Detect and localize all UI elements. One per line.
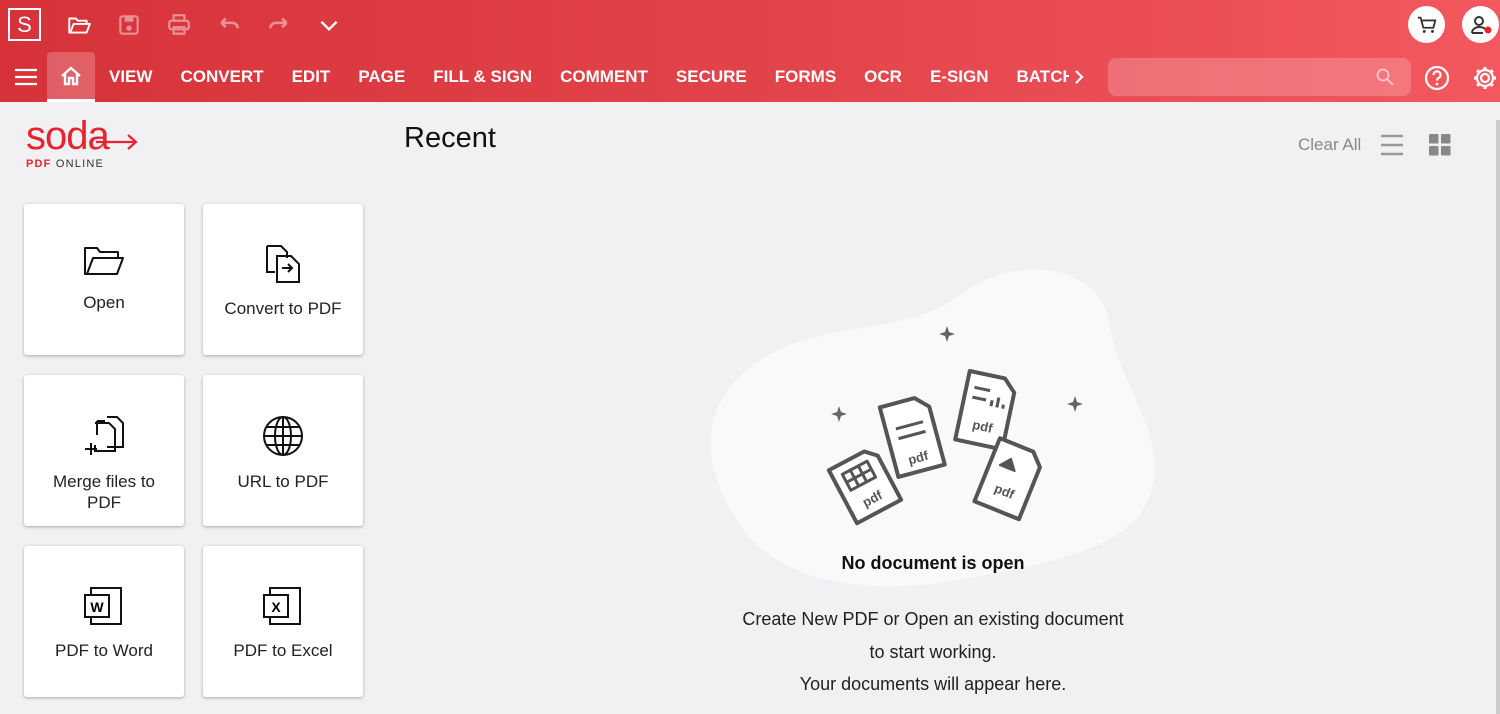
tab-comment[interactable]: COMMENT [546, 52, 662, 102]
home-icon [61, 65, 81, 85]
list-view-icon[interactable] [1380, 133, 1404, 157]
svg-text:X: X [271, 599, 281, 615]
account-button[interactable] [1462, 6, 1499, 43]
merge-icon [85, 416, 124, 455]
undo-icon[interactable] [216, 12, 242, 38]
tab-secure[interactable]: SECURE [662, 52, 761, 102]
excel-icon: X [263, 587, 301, 625]
globe-icon [263, 416, 303, 456]
folder-open-icon[interactable] [66, 12, 92, 38]
tab-batch[interactable]: BATCH [1003, 52, 1069, 102]
hamburger-menu-icon[interactable] [14, 66, 38, 88]
tab-home[interactable] [47, 52, 95, 102]
user-icon [1470, 15, 1491, 34]
open-card[interactable]: Open [24, 204, 184, 355]
grid-view-icon[interactable] [1429, 134, 1451, 156]
tab-view[interactable]: VIEW [95, 52, 166, 102]
cart-button[interactable] [1408, 6, 1445, 43]
tab-forms[interactable]: FORMS [761, 52, 850, 102]
ribbon-tabs: VIEW CONVERT EDIT PAGE FILL & SIGN COMME… [95, 52, 1069, 102]
tab-fill-sign[interactable]: FILL & SIGN [419, 52, 546, 102]
search-icon[interactable] [1375, 67, 1395, 87]
merge-files-card[interactable]: Merge files to PDF [24, 375, 184, 526]
help-icon[interactable] [1424, 65, 1450, 91]
save-icon[interactable] [116, 12, 142, 38]
pdf-to-excel-card[interactable]: X PDF to Excel [203, 546, 363, 697]
chevron-right-icon[interactable] [1070, 66, 1088, 88]
tab-esign[interactable]: E-SIGN [916, 52, 1003, 102]
tab-ocr[interactable]: OCR [850, 52, 916, 102]
clear-all-button[interactable]: Clear All [1298, 135, 1361, 155]
app-header: S VIEW CONVERT EDIT PAGE FILL & SIGN COM… [0, 0, 1500, 102]
folder-open-icon [84, 247, 124, 275]
tab-edit[interactable]: EDIT [278, 52, 345, 102]
cart-icon [1417, 16, 1436, 33]
svg-text:W: W [90, 599, 104, 615]
brand-logo: soda PDF ONLINE [26, 116, 138, 170]
url-to-pdf-card[interactable]: URL to PDF [203, 375, 363, 526]
word-icon: W [84, 587, 122, 625]
pdf-to-word-card[interactable]: W PDF to Word [24, 546, 184, 697]
empty-state-illustration: pdf pdf pdf pdf [710, 269, 1155, 587]
arrow-icon [96, 134, 138, 150]
redo-icon[interactable] [266, 12, 292, 38]
page-title: Recent [404, 122, 496, 154]
convert-to-pdf-card[interactable]: Convert to PDF [203, 204, 363, 355]
settings-gear-icon[interactable] [1471, 64, 1499, 92]
scrollbar[interactable] [1496, 120, 1500, 714]
tab-convert[interactable]: CONVERT [166, 52, 277, 102]
app-logo[interactable]: S [8, 8, 41, 41]
search-input[interactable] [1108, 58, 1411, 96]
empty-state-message: Create New PDF or Open an existing docum… [742, 609, 1124, 694]
print-icon[interactable] [166, 12, 192, 38]
convert-icon [266, 245, 300, 283]
tab-page[interactable]: PAGE [344, 52, 419, 102]
chevron-down-icon[interactable] [316, 12, 342, 38]
empty-state-title: No document is open [841, 553, 1025, 573]
